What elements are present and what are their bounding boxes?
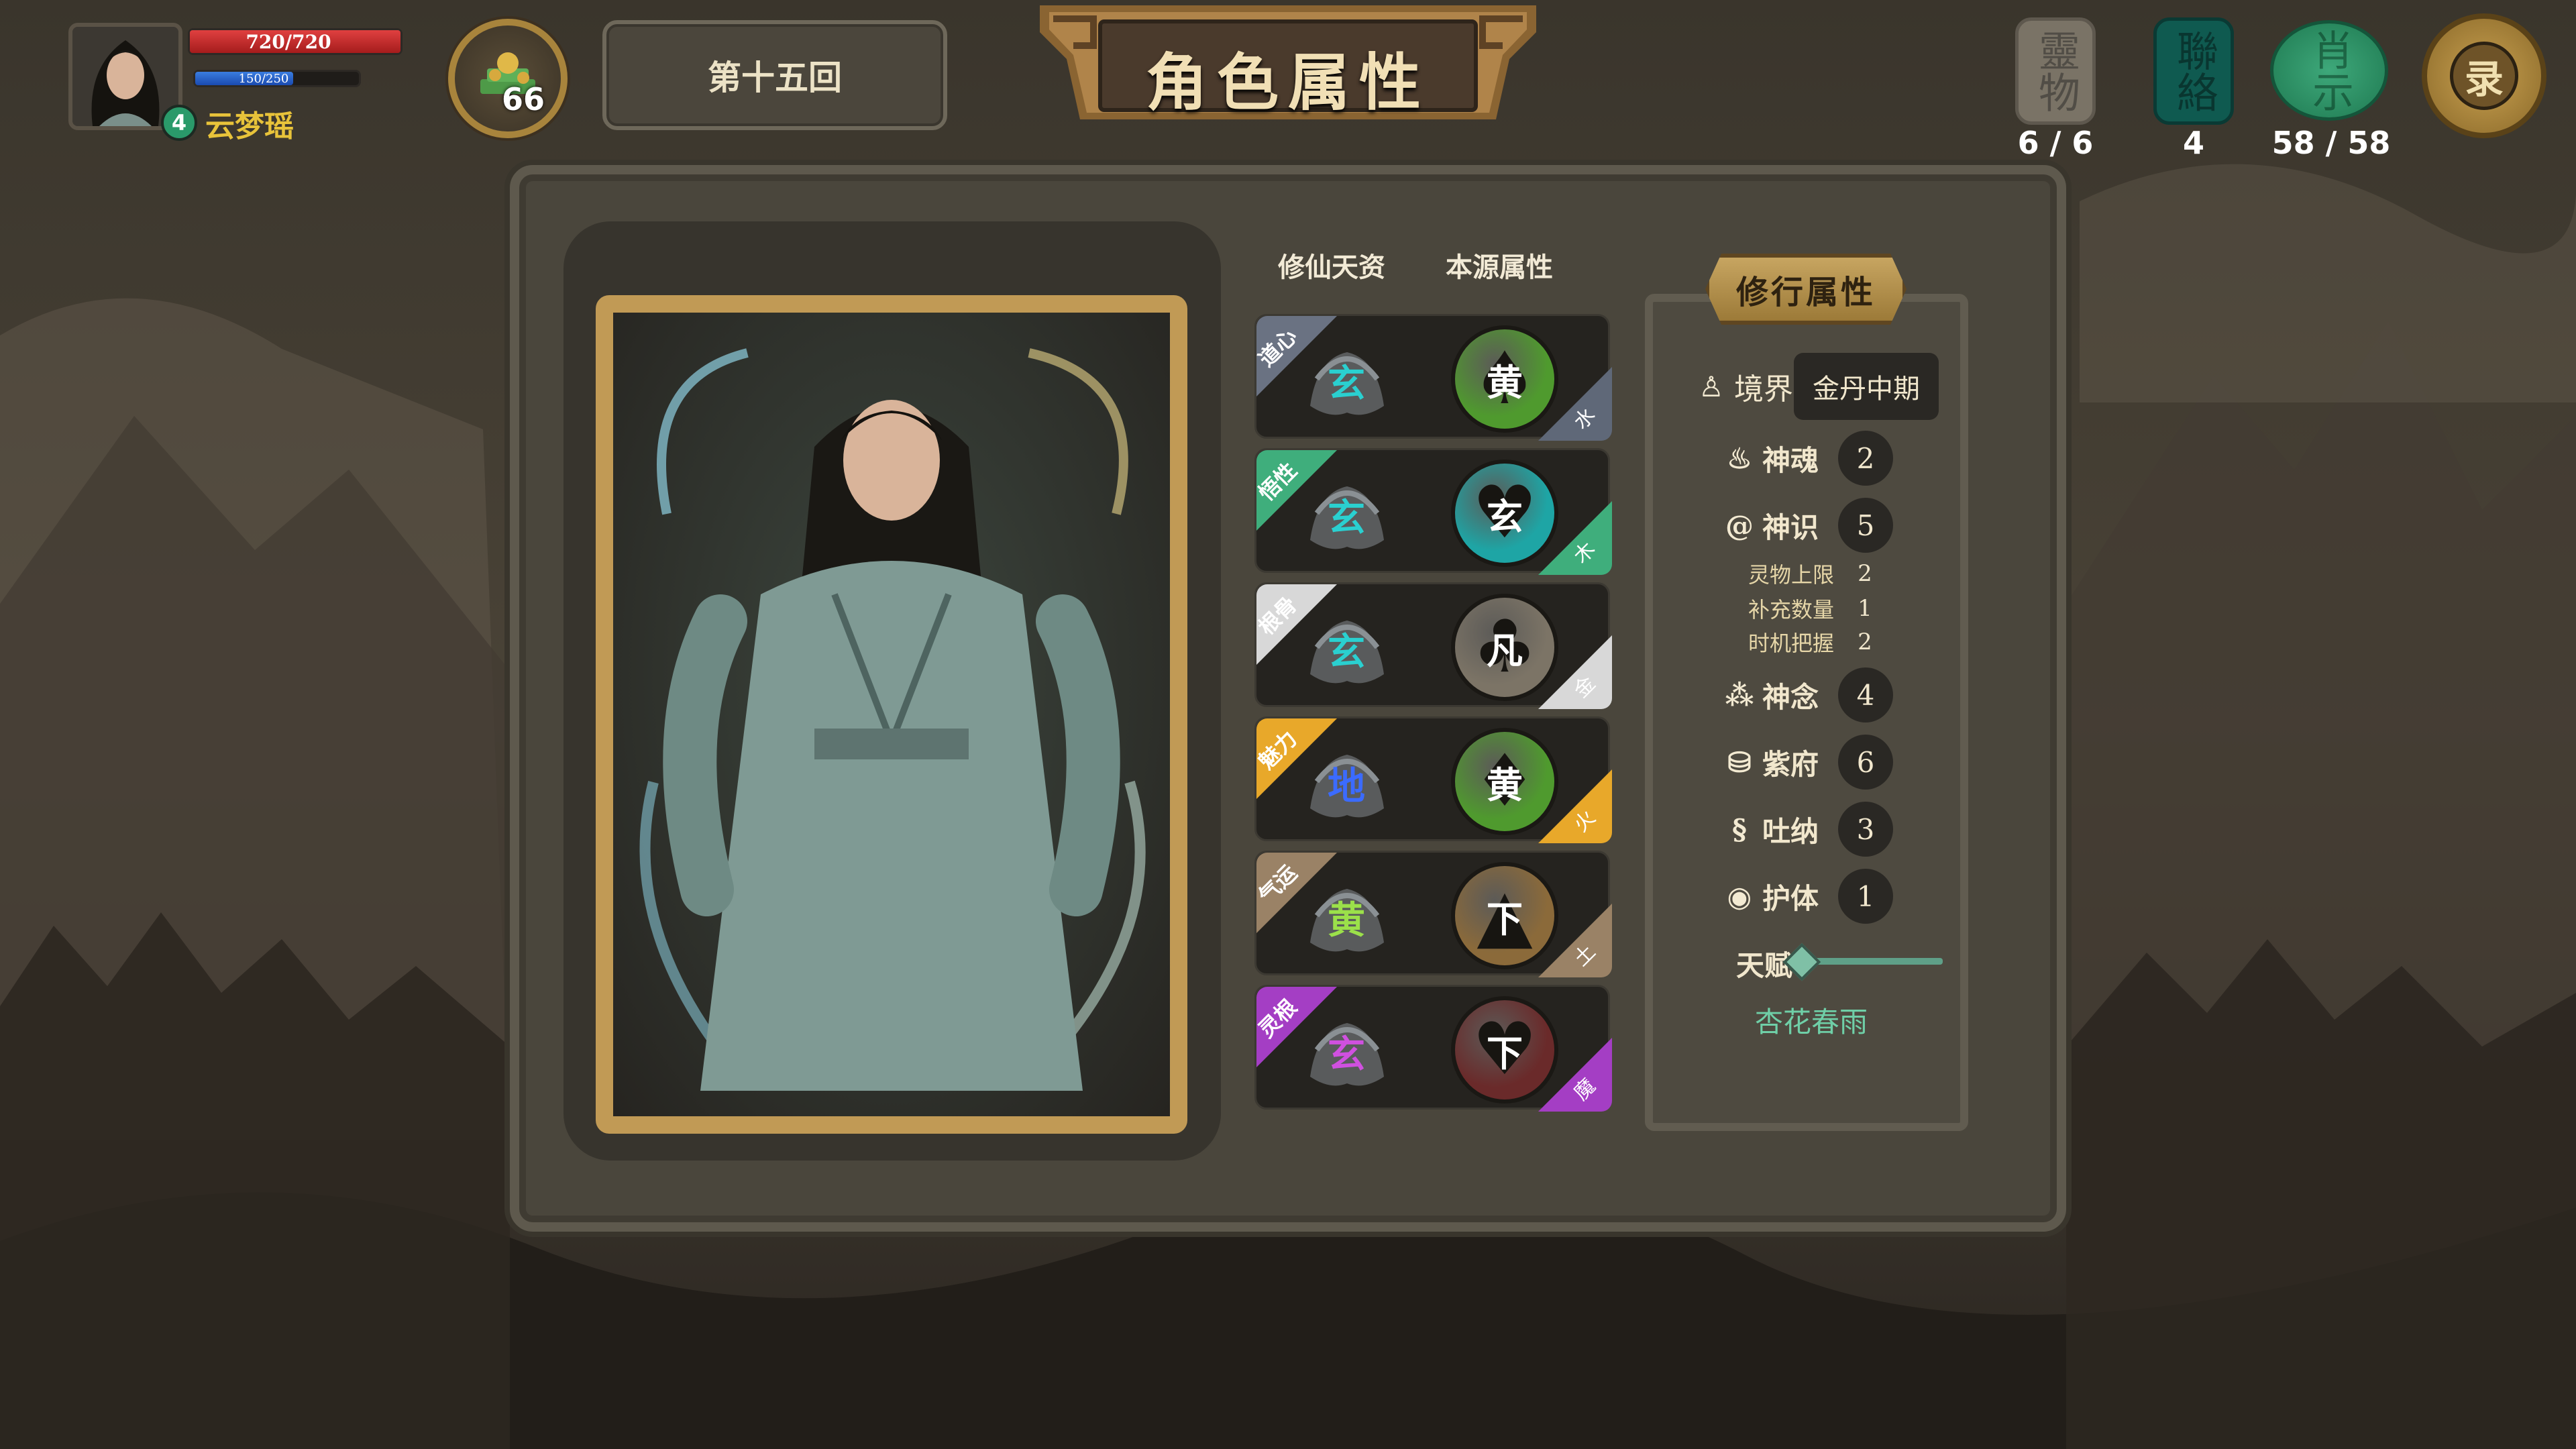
aptitude-row[interactable]: 悟性玄 ♥ 玄木 xyxy=(1254,448,1612,575)
contact-count: 4 xyxy=(2182,125,2204,161)
character-illustration xyxy=(639,348,1146,1091)
aptitude-row[interactable]: 魅力地 ♦ 黄火 xyxy=(1254,716,1612,843)
aptitude-grade: 玄 xyxy=(1328,361,1365,406)
talent-value: 杏花春雨 xyxy=(1754,1005,1868,1038)
realm-value: 金丹中期 xyxy=(1794,353,1939,420)
realm-label: 境界 xyxy=(1734,372,1793,407)
stat-value: 1 xyxy=(1838,869,1893,924)
substat-label: 灵物上限 xyxy=(1748,562,1834,588)
jade-token-count: 58 / 58 xyxy=(2271,125,2391,161)
source-orb[interactable]: ♣ 凡 xyxy=(1451,594,1558,701)
source-column-header: 本源属性 xyxy=(1446,252,1553,283)
stat-name: 神魂 xyxy=(1762,443,1819,477)
meditation-icon: ♙ xyxy=(1699,370,1724,403)
source-grade: 黄 xyxy=(1487,360,1523,404)
talent-column-header: 修仙天资 xyxy=(1278,252,1385,283)
stat-label: ⛁ 紫府 xyxy=(1704,735,1838,789)
aptitude-grade: 玄 xyxy=(1328,495,1365,540)
contact-card[interactable]: 聯絡 xyxy=(2153,17,2234,125)
jade-token[interactable]: 肖示 xyxy=(2270,20,2388,121)
substat-value: 2 xyxy=(1858,629,1872,655)
coin-count: 66 xyxy=(501,81,545,117)
aptitude-row[interactable]: 根骨玄 ♣ 凡金 xyxy=(1254,582,1612,709)
shield-icon: ◉ xyxy=(1727,879,1752,913)
aptitude-row[interactable]: 道心玄 ♠ 黄水 xyxy=(1254,314,1612,441)
aptitude-grade: 地 xyxy=(1328,763,1365,808)
flame-icon: ♨ xyxy=(1727,441,1752,475)
stat-name: 吐纳 xyxy=(1762,814,1819,848)
record-button[interactable]: 录 xyxy=(2450,42,2518,110)
character-name: 云梦瑶 xyxy=(205,109,294,144)
aptitude-row[interactable]: 气运黄 ▲ 下土 xyxy=(1254,851,1612,977)
stat-label: ⁂ 神念 xyxy=(1704,668,1838,722)
source-orb[interactable]: ♥ 玄 xyxy=(1451,460,1558,567)
stat-name: 紫府 xyxy=(1762,747,1819,781)
stat-label: ◉ 护体 xyxy=(1704,869,1838,923)
level-badge: 4 xyxy=(161,105,197,141)
aptitude-row[interactable]: 灵根玄 ♥ 下魔 xyxy=(1254,985,1612,1112)
round-text: 第十五回 xyxy=(708,58,842,97)
stat-name: 护体 xyxy=(1762,881,1819,915)
mp-text: 150/250 xyxy=(238,71,289,86)
stat-value: 6 xyxy=(1838,735,1893,790)
source-grade: 下 xyxy=(1487,897,1523,941)
source-grade: 玄 xyxy=(1487,494,1523,538)
substat-label: 时机把握 xyxy=(1748,631,1834,656)
character-card xyxy=(596,295,1187,1134)
realm-row-label: ♙ 境界 xyxy=(1677,362,1811,411)
stat-label: @ 神识 xyxy=(1704,498,1838,552)
stat-label: § 吐纳 xyxy=(1704,802,1838,856)
settings-gear-icon[interactable]: 录 xyxy=(2422,13,2546,138)
jade-token-glyph: 肖示 xyxy=(2305,29,2354,112)
source-orb[interactable]: ♠ 黄 xyxy=(1451,325,1558,433)
source-grade: 下 xyxy=(1487,1031,1523,1075)
hp-text: 720/720 xyxy=(246,30,331,53)
source-grade: 凡 xyxy=(1487,629,1523,672)
cauldron-icon: ⛁ xyxy=(1727,745,1752,779)
stat-value: 4 xyxy=(1838,667,1893,722)
triangle-dots-icon: ⁂ xyxy=(1725,678,1754,712)
stat-name: 神识 xyxy=(1762,511,1819,544)
contact-glyph: 聯絡 xyxy=(2169,30,2218,113)
stat-value: 3 xyxy=(1838,802,1893,857)
round-indicator: 第十五回 xyxy=(602,20,947,130)
spirit-item-card[interactable]: 靈物 xyxy=(2015,17,2096,125)
stat-label: ♨ 神魂 xyxy=(1704,431,1838,485)
substat-value: 1 xyxy=(1858,595,1872,622)
stat-name: 神念 xyxy=(1762,680,1819,714)
source-orb[interactable]: ▲ 下 xyxy=(1451,862,1558,969)
aptitude-grade: 黄 xyxy=(1328,898,1365,943)
stat-value: 5 xyxy=(1838,498,1893,553)
swirl-icon: @ xyxy=(1725,508,1754,542)
cultivation-title-plate: 修行属性 xyxy=(1705,254,1907,325)
stat-value: 2 xyxy=(1838,431,1893,486)
spirit-item-glyph: 靈物 xyxy=(2031,30,2080,113)
cultivation-title: 修行属性 xyxy=(1735,274,1876,311)
knot-icon: § xyxy=(1732,812,1747,846)
screen-title: 角色属性 xyxy=(1145,46,1430,119)
aptitude-grade: 玄 xyxy=(1328,629,1365,674)
substat-label: 补充数量 xyxy=(1748,597,1834,623)
coin-counter[interactable] xyxy=(448,19,568,138)
substat-value: 2 xyxy=(1858,560,1872,587)
source-orb[interactable]: ♥ 下 xyxy=(1451,996,1558,1104)
aptitude-grade: 玄 xyxy=(1328,1032,1365,1077)
spirit-item-count: 6 / 6 xyxy=(2017,125,2094,161)
source-grade: 黄 xyxy=(1487,763,1523,806)
source-orb[interactable]: ♦ 黄 xyxy=(1451,728,1558,835)
